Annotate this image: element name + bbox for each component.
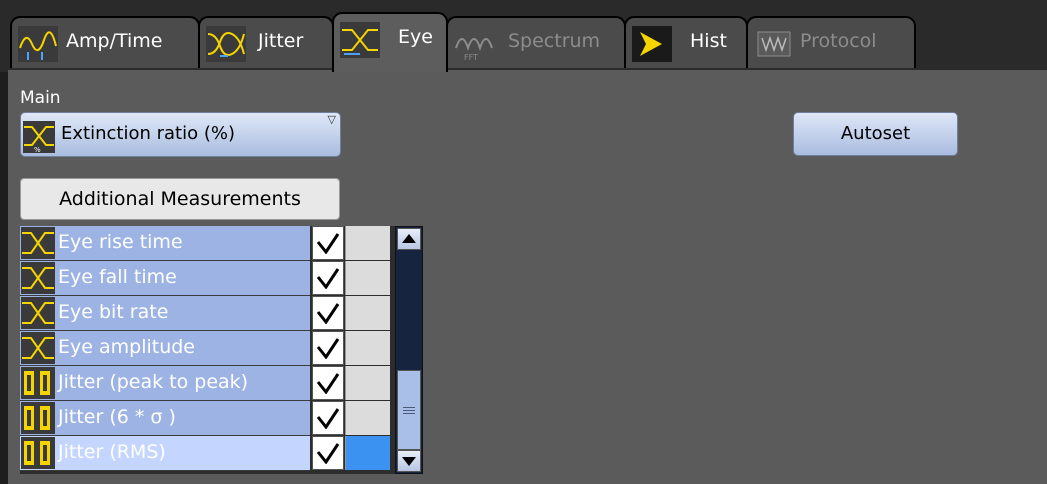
list-item-name: Eye bit rate — [20, 296, 310, 331]
jitter-measure-icon — [21, 437, 55, 469]
tab-label: Jitter — [258, 30, 304, 52]
tab-bar: Amp/Time Jitter Eye FFT Spectrum Hist Pr… — [0, 0, 1047, 72]
tab-label: Eye — [398, 26, 433, 48]
autoset-button[interactable]: Autoset — [793, 112, 958, 156]
eye-measurement-panel: Main % Extinction ratio (%) ▽ Autoset Ad… — [8, 70, 1047, 484]
main-measurement-dropdown[interactable]: % Extinction ratio (%) ▽ — [20, 112, 341, 157]
list-item-settings-cell[interactable] — [345, 401, 390, 435]
tab-eye[interactable]: Eye — [332, 12, 448, 72]
selected-measurement: Extinction ratio (%) — [61, 123, 235, 144]
measurement-label: Jitter (RMS) — [58, 441, 166, 463]
measurement-checkbox[interactable] — [312, 401, 344, 435]
spectrum-fft-icon: FFT — [454, 26, 494, 62]
tab-spectrum[interactable]: FFT Spectrum — [446, 16, 626, 68]
list-item[interactable]: Eye rise time — [20, 226, 390, 261]
scroll-down-button[interactable] — [397, 450, 421, 472]
measurement-label: Eye amplitude — [58, 336, 195, 358]
checkmark-icon — [316, 443, 340, 464]
list-item-name: Jitter (peak to peak) — [20, 366, 310, 401]
checkmark-icon — [316, 338, 340, 359]
checkmark-icon — [316, 408, 340, 429]
checkmark-icon — [316, 233, 340, 254]
tab-jitter[interactable]: Jitter — [198, 16, 334, 68]
eye-icon — [21, 332, 55, 364]
list-item-settings-cell[interactable] — [345, 296, 390, 330]
list-item[interactable]: Eye bit rate — [20, 296, 390, 331]
eye-icon — [340, 22, 380, 58]
svg-text:FFT: FFT — [464, 53, 478, 62]
jitter-measure-icon — [21, 402, 55, 434]
tab-label: Amp/Time — [66, 30, 163, 52]
measurement-checkbox[interactable] — [312, 366, 344, 400]
main-label: Main — [20, 88, 61, 108]
additional-measurements-button[interactable]: Additional Measurements — [20, 178, 340, 220]
measurement-checkbox[interactable] — [312, 296, 344, 330]
list-item[interactable]: Jitter (peak to peak) — [20, 366, 390, 401]
measurement-label: Eye bit rate — [58, 301, 169, 323]
list-item[interactable]: Jitter (RMS) — [20, 436, 390, 471]
measurement-label: Jitter (6 * σ ) — [58, 406, 176, 428]
histogram-flag-icon — [632, 26, 672, 62]
list-item-name: Eye rise time — [20, 226, 310, 261]
checkmark-icon — [316, 373, 340, 394]
amp-time-icon — [18, 26, 58, 62]
eye-icon — [21, 227, 55, 259]
list-item-settings-cell[interactable] — [345, 261, 390, 295]
list-item[interactable]: Jitter (6 * σ ) — [20, 401, 390, 436]
eye-icon — [21, 262, 55, 294]
tab-hist[interactable]: Hist — [624, 16, 748, 68]
tab-label: Hist — [690, 30, 727, 52]
measurement-checkbox[interactable] — [312, 331, 344, 365]
tab-protocol[interactable]: Protocol — [746, 16, 916, 68]
jitter-measure-icon — [21, 367, 55, 399]
list-item[interactable]: Eye amplitude — [20, 331, 390, 366]
list-item-name: Eye fall time — [20, 261, 310, 296]
arrow-down-icon — [402, 457, 416, 466]
measurement-checkbox[interactable] — [312, 226, 344, 260]
list-item-settings-cell[interactable] — [345, 366, 390, 400]
list-item[interactable]: Eye fall time — [20, 261, 390, 296]
checkmark-icon — [316, 303, 340, 324]
measurement-label: Eye fall time — [58, 266, 177, 288]
arrow-up-icon — [402, 234, 416, 243]
dropdown-arrow-icon: ▽ — [327, 113, 336, 126]
measurement-checkbox[interactable] — [312, 261, 344, 295]
tab-label: Protocol — [800, 30, 877, 52]
list-item-name: Jitter (RMS) — [20, 436, 310, 471]
list-item-settings-cell[interactable] — [345, 436, 390, 470]
checkmark-icon — [316, 268, 340, 289]
tab-label: Spectrum — [508, 30, 601, 52]
measurement-label: Eye rise time — [58, 231, 183, 253]
list-scrollbar[interactable] — [395, 226, 423, 474]
svg-text:%: % — [34, 146, 41, 153]
measurement-label: Jitter (peak to peak) — [58, 371, 249, 393]
eye-extinction-icon: % — [23, 121, 55, 154]
list-item-settings-cell[interactable] — [345, 226, 390, 260]
list-item-name: Eye amplitude — [20, 331, 310, 366]
list-item-name: Jitter (6 * σ ) — [20, 401, 310, 436]
eye-icon — [21, 297, 55, 329]
scroll-thumb[interactable] — [397, 370, 421, 450]
protocol-icon — [754, 26, 794, 62]
tab-amp-time[interactable]: Amp/Time — [10, 16, 200, 68]
measurement-checkbox[interactable] — [312, 436, 344, 470]
scroll-up-button[interactable] — [397, 228, 421, 250]
measurement-list: Eye rise time Eye fall time Eye bit rate — [20, 226, 423, 474]
list-item-settings-cell[interactable] — [345, 331, 390, 365]
jitter-icon — [206, 26, 246, 62]
